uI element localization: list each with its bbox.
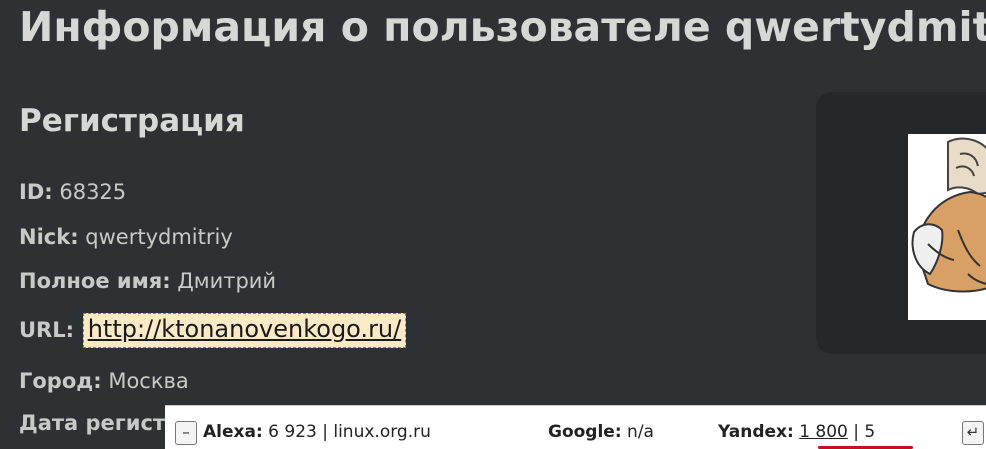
alexa-stat: Alexa: 6 923 | linux.org.ru <box>203 420 431 444</box>
avatar-caricature-icon <box>908 134 986 320</box>
registration-heading: Регистрация <box>19 103 245 139</box>
fullname-label: Полное имя: <box>19 269 171 293</box>
google-label: Google: <box>548 422 622 442</box>
alexa-label: Alexa: <box>203 422 263 442</box>
yandex-separator: | <box>853 422 860 442</box>
seo-toolbar: – Alexa: 6 923 | linux.org.ru Google: n/… <box>165 405 986 449</box>
nick-value: qwertydmitriy <box>85 225 233 249</box>
user-avatar <box>908 134 986 320</box>
url-row: URL: http://ktonanovenkogo.ru/ <box>19 313 407 349</box>
id-label: ID: <box>19 180 53 204</box>
google-stat: Google: n/a <box>548 420 654 444</box>
fullname-row: Полное имя: Дмитрий <box>19 268 276 295</box>
user-info-page: Информация о пользователе qwertydmitriy … <box>0 0 986 449</box>
alexa-value: 6 923 | linux.org.ru <box>268 422 431 442</box>
city-value: Москва <box>108 369 189 393</box>
nick-row: Nick: qwertydmitriy <box>19 224 233 251</box>
city-row: Город: Москва <box>19 368 189 395</box>
yandex-value[interactable]: 1 800 <box>799 422 848 442</box>
google-value: n/a <box>627 422 654 442</box>
collapse-icon[interactable]: – <box>175 421 197 445</box>
page-title: Информация о пользователе qwertydmitriy <box>19 3 986 51</box>
url-highlight: http://ktonanovenkogo.ru/ <box>82 313 407 349</box>
user-url-link[interactable]: http://ktonanovenkogo.ru/ <box>88 315 402 343</box>
city-label: Город: <box>19 369 102 393</box>
nick-label: Nick: <box>19 225 79 249</box>
enter-icon[interactable]: ↵ <box>962 421 984 445</box>
id-row: ID: 68325 <box>19 179 126 206</box>
yandex-stat: Yandex: 1 800 | 5 <box>718 420 875 444</box>
yandex-label: Yandex: <box>718 422 794 442</box>
id-value: 68325 <box>59 180 127 204</box>
extra-value: 5 <box>864 422 876 442</box>
fullname-value: Дмитрий <box>177 269 277 293</box>
url-label: URL: <box>19 318 75 342</box>
